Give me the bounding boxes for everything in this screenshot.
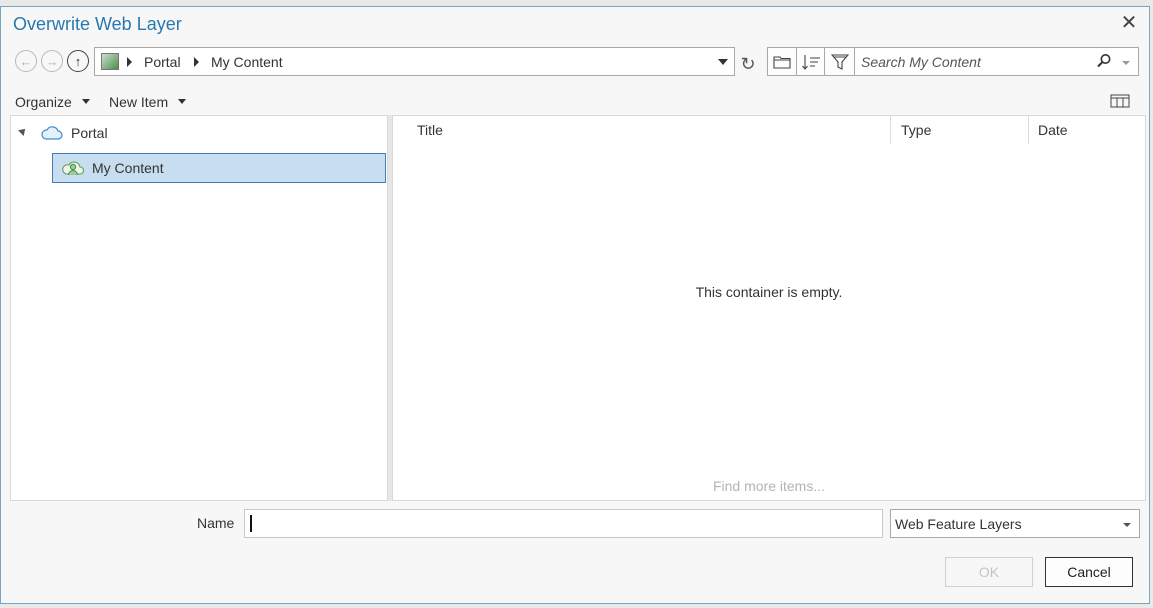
filter-icon[interactable] — [825, 48, 854, 75]
chevron-down-icon — [81, 99, 90, 104]
name-label: Name — [197, 515, 235, 531]
overwrite-web-layer-dialog: Overwrite Web Layer ✕ ← → ↑ Portal My Co… — [0, 6, 1150, 604]
organize-menu-label: Organize — [15, 94, 72, 110]
ok-button[interactable]: OK — [945, 557, 1033, 587]
text-cursor — [250, 515, 252, 532]
tree-item-label: Portal — [71, 125, 108, 141]
column-header-title[interactable]: Title — [417, 122, 443, 138]
search-options-chevron-icon[interactable] — [1122, 61, 1130, 65]
search-input[interactable] — [861, 52, 1091, 72]
view-toolbar — [767, 47, 855, 76]
column-header-date[interactable]: Date — [1038, 122, 1068, 138]
user-cloud-icon — [62, 161, 84, 176]
breadcrumb-my-content[interactable]: My Content — [211, 54, 283, 70]
new-item-menu[interactable]: New Item — [109, 94, 187, 110]
tree-expand-icon[interactable] — [18, 126, 28, 136]
cancel-button[interactable]: Cancel — [1045, 557, 1133, 587]
find-more-items-link[interactable]: Find more items... — [393, 478, 1145, 494]
view-options-icon[interactable] — [1110, 93, 1130, 109]
up-arrow-icon[interactable]: ↑ — [67, 50, 89, 72]
tree-item-label: My Content — [92, 160, 164, 176]
tree-item-my-content[interactable]: My Content — [52, 153, 386, 183]
forward-arrow-icon[interactable]: → — [41, 50, 63, 72]
new-item-menu-label: New Item — [109, 94, 169, 110]
sort-icon[interactable] — [797, 48, 826, 75]
breadcrumb-separator-icon[interactable] — [194, 57, 199, 67]
breadcrumb-portal[interactable]: Portal — [144, 54, 181, 70]
search-box — [854, 47, 1139, 76]
chevron-down-icon — [1123, 523, 1131, 527]
column-divider[interactable] — [890, 116, 891, 144]
navigation-tree-pane: Portal My Content — [10, 115, 388, 501]
folder-icon[interactable] — [768, 48, 797, 75]
tree-item-portal[interactable]: Portal — [41, 118, 108, 148]
item-type-select[interactable]: Web Feature Layers — [890, 509, 1140, 538]
empty-container-message: This container is empty. — [695, 284, 843, 300]
item-type-selected-value: Web Feature Layers — [895, 516, 1022, 532]
breadcrumb-separator-icon[interactable] — [127, 57, 132, 67]
chevron-down-icon — [178, 99, 187, 104]
title-bar: Overwrite Web Layer ✕ — [1, 7, 1149, 41]
organize-menu[interactable]: Organize — [15, 94, 90, 110]
content-list-pane: Title Type Date This container is empty.… — [392, 115, 1146, 501]
path-dropdown-icon[interactable] — [718, 59, 728, 65]
search-icon[interactable] — [1096, 53, 1112, 69]
back-arrow-icon[interactable]: ← — [15, 50, 37, 72]
location-path-bar[interactable]: Portal My Content — [94, 47, 735, 76]
name-input[interactable] — [244, 509, 883, 538]
map-location-icon — [101, 53, 119, 70]
close-icon[interactable]: ✕ — [1119, 13, 1139, 33]
refresh-icon[interactable]: ↻ — [737, 53, 759, 75]
dialog-title: Overwrite Web Layer — [13, 14, 182, 34]
cloud-icon — [41, 126, 63, 140]
column-header-type[interactable]: Type — [901, 122, 931, 138]
column-divider[interactable] — [1028, 116, 1029, 144]
